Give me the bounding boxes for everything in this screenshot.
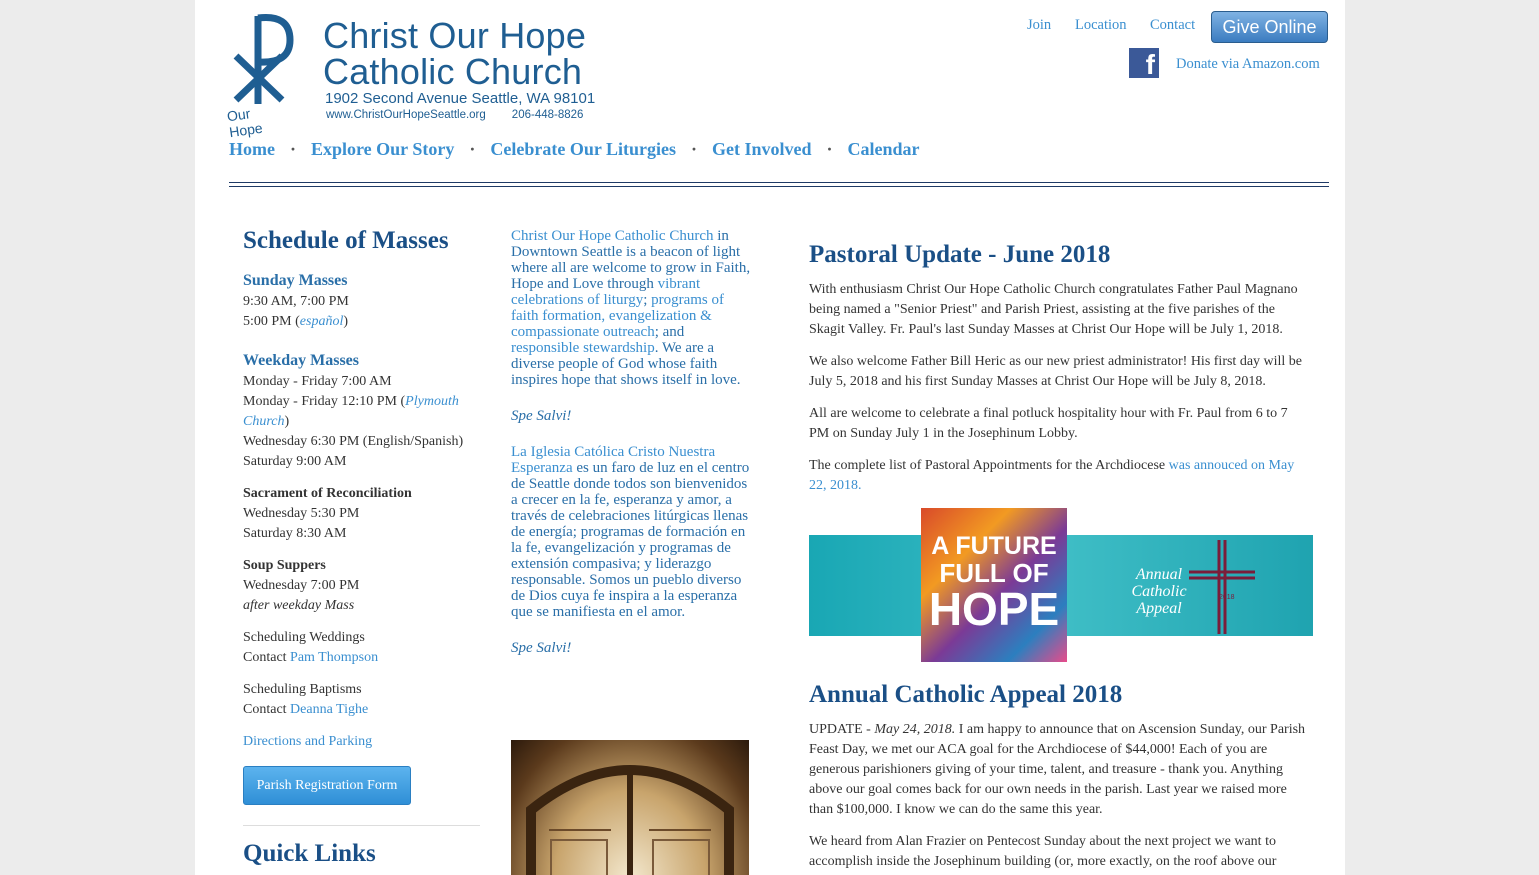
weekday-time-1: Monday - Friday 7:00 AM: [243, 374, 392, 389]
location-link[interactable]: Location: [1075, 17, 1127, 34]
church-phone: 206-448-8826: [511, 109, 584, 121]
directions-link[interactable]: Directions and Parking: [243, 734, 372, 749]
weekday-masses: Weekday Masses Monday - Friday 7:00 AM M…: [243, 350, 483, 472]
mission-text: ;: [643, 292, 652, 308]
amazon-donate-link[interactable]: Donate via Amazon.com: [1176, 56, 1320, 73]
nav-get-involved[interactable]: Get Involved: [712, 139, 812, 159]
mission-spanish: La Iglesia Católica Cristo Nuestra Esper…: [511, 444, 751, 620]
mission-statement: Christ Our Hope Catholic Church in Downt…: [511, 228, 751, 676]
header-divider: [229, 186, 1329, 187]
mission-text-es: es un faro de luz en el centro de Seattl…: [511, 460, 750, 620]
catholic-appeal-banner[interactable]: A FUTURE FULL OF HOPE Annual Catholic Ap…: [809, 508, 1313, 662]
nav-separator: ·: [469, 139, 476, 159]
nav-separator: ·: [826, 139, 833, 159]
update-date: May 24, 2018.: [874, 722, 956, 737]
update-paragraph-3: All are welcome to celebrate a final pot…: [809, 406, 1288, 441]
pam-thompson-link[interactable]: Pam Thompson: [290, 650, 378, 665]
weekday-heading: Weekday Masses: [243, 352, 359, 369]
nav-separator: ·: [289, 139, 296, 159]
sunday-spanish-text: 5:00 PM (: [243, 314, 300, 329]
church-link[interactable]: Christ Our Hope Catholic Church: [511, 228, 713, 244]
paren-close: ): [284, 414, 290, 429]
schedule-title: Schedule of Masses: [243, 227, 449, 254]
baptisms: Scheduling Baptisms Contact Deanna Tighe: [243, 680, 483, 720]
stewardship-link[interactable]: responsible stewardship: [511, 340, 655, 356]
reconciliation: Sacrament of Reconciliation Wednesday 5:…: [243, 484, 483, 544]
annual-appeal-title: Annual Catholic Appeal 2018: [809, 681, 1123, 708]
pastoral-update-title: Pastoral Update - June 2018: [809, 241, 1111, 268]
nav-separator: ·: [691, 139, 698, 159]
church-name-line1: Christ Our Hope: [323, 15, 587, 56]
nav-calendar[interactable]: Calendar: [848, 139, 920, 159]
nav-celebrate-our-liturgies[interactable]: Celebrate Our Liturgies: [490, 139, 676, 159]
update-label: UPDATE -: [809, 722, 875, 737]
deanna-tighe-link[interactable]: Deanna Tighe: [290, 702, 368, 717]
door-illustration: [526, 765, 734, 875]
update-paragraph-2: We also welcome Father Bill Heric as our…: [809, 354, 1303, 389]
appeal-paragraph-1: UPDATE - May 24, 2018. I am happy to ann…: [809, 720, 1309, 820]
parish-registration-button[interactable]: Parish Registration Form: [243, 766, 411, 805]
banner-line3: HOPE: [928, 583, 1060, 635]
paren-close: ): [343, 314, 349, 329]
spe-salvi-motto: Spe Salvi!: [511, 640, 572, 656]
church-name-line2: Catholic Church: [323, 51, 583, 92]
future-full-of-hope-graphic: A FUTURE FULL OF HOPE: [921, 508, 1067, 662]
stained-glass-door-image[interactable]: [511, 740, 749, 875]
logo-tagline: Our Hope: [225, 105, 264, 141]
weekday-time-2-text: Monday - Friday 12:10 PM (: [243, 394, 406, 409]
main-nav: Home · Explore Our Story · Celebrate Our Lit…: [229, 139, 920, 160]
header-divider: [229, 182, 1329, 183]
quick-links-title: Quick Links: [243, 840, 376, 867]
main-content: Pastoral Update - June 2018 With enthusi…: [809, 240, 1313, 875]
sunday-spanish-time: 5:00 PM (español): [243, 312, 483, 332]
join-link[interactable]: Join: [1027, 17, 1051, 34]
reconciliation-time-2: Saturday 8:30 AM: [243, 526, 347, 541]
banner-year: 2018: [1219, 594, 1235, 601]
sunday-times: 9:30 AM, 7:00 PM: [243, 294, 349, 309]
espanol-link[interactable]: español: [300, 314, 344, 329]
reconciliation-heading: Sacrament of Reconciliation: [243, 486, 412, 501]
update-paragraph-1: With enthusiasm Christ Our Hope Catholic…: [809, 282, 1298, 337]
spe-salvi-motto: Spe Salvi!: [511, 408, 572, 424]
church-contact: www.ChristOurHopeSeattle.org 206-448-8826: [326, 109, 636, 121]
nav-explore-our-story[interactable]: Explore Our Story: [311, 139, 454, 159]
sidebar-divider: [243, 825, 480, 826]
soup-time: Wednesday 7:00 PM: [243, 578, 360, 593]
appeal-paragraph-2: We heard from Alan Frazier on Pentecost …: [809, 834, 1277, 875]
mission-english: Christ Our Hope Catholic Church in Downt…: [511, 228, 751, 388]
update-text: The complete list of Pastoral Appointmen…: [809, 458, 1169, 473]
church-address: 1902 Second Avenue Seattle, WA 98101: [325, 90, 596, 107]
reconciliation-time-1: Wednesday 5:30 PM: [243, 506, 360, 521]
contact-prefix: Contact: [243, 702, 291, 717]
baptisms-label: Scheduling Baptisms: [243, 682, 362, 697]
soup-heading: Soup Suppers: [243, 558, 326, 573]
mission-text: ; and: [654, 324, 685, 340]
soup-suppers: Soup Suppers Wednesday 7:00 PM after wee…: [243, 556, 483, 616]
give-online-button[interactable]: Give Online: [1211, 11, 1328, 43]
mass-schedule-sidebar: Schedule of Masses Sunday Masses 9:30 AM…: [243, 226, 483, 867]
church-name: Christ Our Hope Catholic Church: [323, 18, 633, 90]
church-website: www.ChristOurHopeSeattle.org: [326, 109, 486, 121]
weekday-time-2: Monday - Friday 12:10 PM (Plymouth Churc…: [243, 392, 483, 432]
weddings-label: Scheduling Weddings: [243, 630, 365, 645]
facebook-icon[interactable]: f: [1129, 48, 1159, 78]
weddings: Scheduling Weddings Contact Pam Thompson: [243, 628, 483, 668]
cross-icon: [1189, 540, 1255, 634]
sunday-heading: Sunday Masses: [243, 272, 348, 289]
sunday-masses: Sunday Masses 9:30 AM, 7:00 PM 5:00 PM (…: [243, 270, 483, 332]
banner-line1: A FUTURE: [931, 532, 1057, 560]
page: Our Hope Christ Our Hope Catholic Church…: [195, 0, 1345, 875]
contact-prefix: Contact: [243, 650, 291, 665]
weekday-time-3: Wednesday 6:30 PM (English/Spanish): [243, 434, 464, 449]
soup-note: after weekday Mass: [243, 598, 355, 613]
contact-link[interactable]: Contact: [1150, 17, 1195, 34]
weekday-time-4: Saturday 9:00 AM: [243, 454, 347, 469]
nav-home[interactable]: Home: [229, 139, 275, 159]
update-paragraph-4: The complete list of Pastoral Appointmen…: [809, 456, 1309, 496]
